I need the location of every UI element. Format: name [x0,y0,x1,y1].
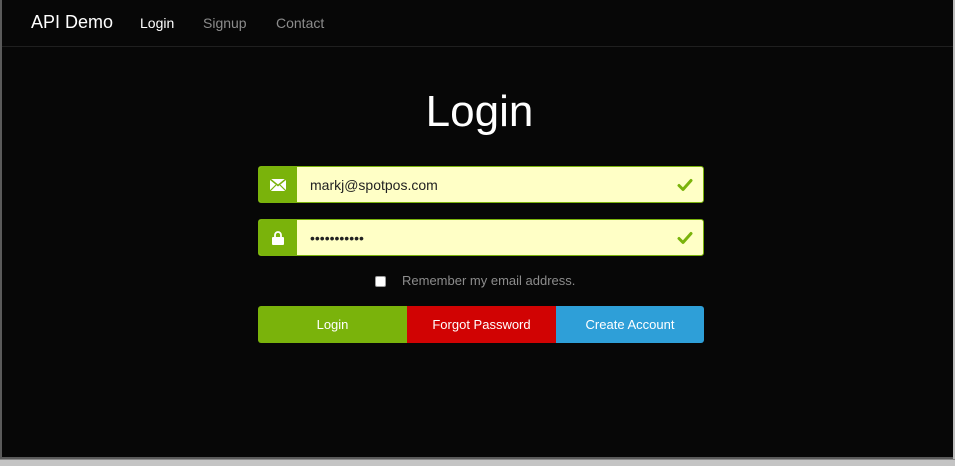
lock-icon [259,220,297,255]
remember-email-row: Remember my email address. [375,273,575,289]
nav-link-signup[interactable]: Signup [203,15,247,31]
password-input[interactable] [298,220,658,255]
remember-email-checkbox[interactable] [375,275,386,287]
remember-email-label[interactable]: Remember my email address. [402,273,575,289]
email-input[interactable] [298,167,658,202]
navbar: API Demo Login Signup Contact [2,0,953,47]
nav-link-login[interactable]: Login [140,15,174,31]
checkmark-icon [677,230,693,246]
nav-link-contact[interactable]: Contact [276,15,324,31]
app-window: API Demo Login Signup Contact Login mark… [0,0,953,459]
password-field-group [258,219,704,256]
envelope-icon [259,167,297,202]
window-bottom-edge [0,459,955,466]
email-field-group [258,166,704,203]
create-account-button[interactable]: Create Account [556,306,704,343]
page-title: Login [425,87,534,136]
forgot-password-button[interactable]: Forgot Password [407,306,556,343]
checkmark-icon [677,177,693,193]
login-button[interactable]: Login [258,306,407,343]
brand-title[interactable]: API Demo [31,12,113,32]
